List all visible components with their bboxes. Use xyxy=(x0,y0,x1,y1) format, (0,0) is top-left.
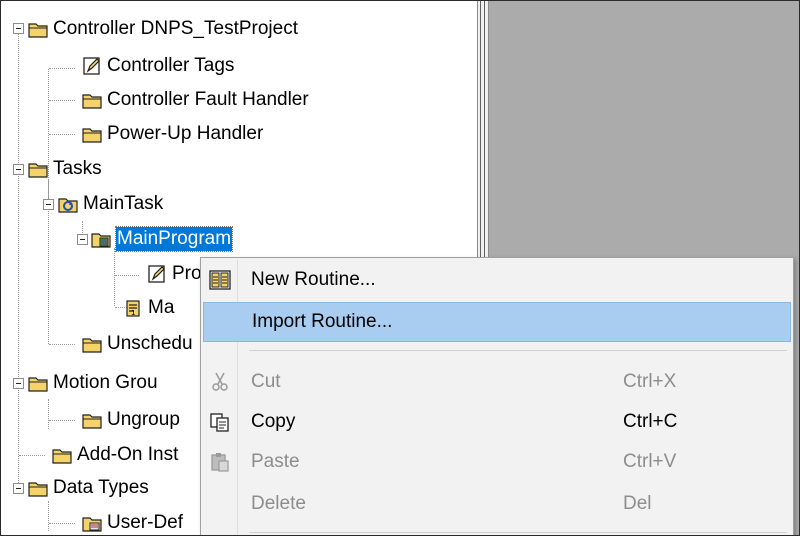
menu-item-cut[interactable]: Cut Ctrl+X xyxy=(203,362,791,402)
tree-item-controller-tags[interactable]: Controller Tags xyxy=(82,51,234,81)
menu-item-new-routine[interactable]: New Routine... xyxy=(203,260,791,300)
tree-item-tasks[interactable]: Tasks xyxy=(28,154,102,184)
context-menu: New Routine... Import Routine... Cut Ctr… xyxy=(200,257,794,535)
tree-item-ungrouped-axes[interactable]: Ungroup xyxy=(82,405,180,435)
program-icon xyxy=(91,233,111,248)
collapse-toggle-controller[interactable] xyxy=(13,23,24,34)
tree-item-program-tags[interactable]: Pro xyxy=(147,259,202,289)
collapse-toggle-mainprogram[interactable] xyxy=(77,234,88,245)
tree-item-user-defined[interactable]: User-Def xyxy=(82,508,183,535)
paste-icon xyxy=(211,453,229,472)
menu-item-paste[interactable]: Paste Ctrl+V xyxy=(203,442,791,482)
collapse-toggle-data-types[interactable] xyxy=(13,483,24,494)
menu-separator xyxy=(249,532,787,533)
tags-icon xyxy=(83,57,100,75)
menu-item-copy[interactable]: Copy Ctrl+C xyxy=(203,402,791,442)
collapse-toggle-motion-groups[interactable] xyxy=(13,378,24,389)
copy-icon xyxy=(210,413,229,432)
cut-icon xyxy=(212,372,228,391)
menu-item-import-routine[interactable]: Import Routine... xyxy=(203,302,791,342)
tree-item-controller-fault-handler[interactable]: Controller Fault Handler xyxy=(82,85,309,115)
tree-item-controller[interactable]: Controller DNPS_TestProject xyxy=(28,14,298,44)
folder-icon xyxy=(82,414,102,429)
folder-icon xyxy=(28,377,48,392)
tags-icon xyxy=(148,265,165,283)
folder-icon xyxy=(82,128,102,143)
collapse-toggle-maintask[interactable] xyxy=(43,199,54,210)
routine-icon: 1 xyxy=(126,300,140,317)
tree-item-add-on-instructions[interactable]: Add-On Inst xyxy=(52,440,178,470)
tree-item-mainprogram[interactable]: MainProgram xyxy=(91,224,234,254)
folder-icon xyxy=(28,482,48,497)
task-icon xyxy=(58,198,78,213)
datatype-icon xyxy=(82,517,102,532)
folder-icon xyxy=(28,163,48,178)
collapse-toggle-tasks[interactable] xyxy=(13,164,24,175)
menu-item-delete[interactable]: Delete Del xyxy=(203,484,791,524)
folder-icon xyxy=(82,94,102,109)
folder-icon xyxy=(52,449,72,464)
tree-item-data-types[interactable]: Data Types xyxy=(28,473,149,503)
tree-item-unscheduled[interactable]: Unschedu xyxy=(82,329,193,359)
menu-separator xyxy=(249,350,787,351)
tree-item-main-routine[interactable]: 1 Ma xyxy=(123,293,174,323)
app-window: Controller DNPS_TestProject Controller T… xyxy=(0,0,800,536)
tree-item-power-up-handler[interactable]: Power-Up Handler xyxy=(82,119,263,149)
tree-item-maintask[interactable]: MainTask xyxy=(58,189,163,219)
folder-icon xyxy=(28,23,48,38)
tree-item-motion-groups[interactable]: Motion Grou xyxy=(28,368,158,398)
svg-text:1: 1 xyxy=(131,309,135,317)
folder-icon xyxy=(82,338,102,353)
new-routine-icon xyxy=(209,270,231,290)
